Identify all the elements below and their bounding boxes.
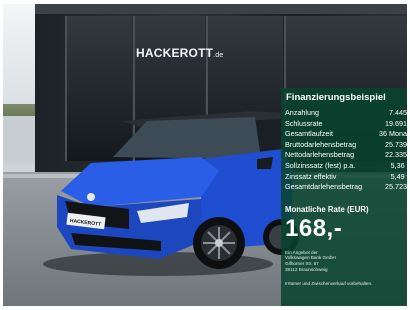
row-value: 22.335 € (385, 150, 407, 160)
car-mirror (257, 157, 273, 169)
row-value: 25.739 € (385, 139, 407, 149)
row-label: Bruttodarlehensbetrag (285, 139, 357, 149)
row-label: Sollzinssatz (fest) p.a. (285, 160, 356, 170)
offer-text: Ein Angebot der Volkswagen Bank GmbH Gif… (285, 250, 407, 272)
row-value: 5,36 % (390, 160, 407, 170)
row-value: 7.445 € (389, 108, 407, 117)
dealer-sign: HACKEROTT.de (136, 46, 223, 60)
row-label: Gesamtlaufzeit (285, 129, 333, 139)
row-label: Gesamtdarlehensbetrag (285, 182, 363, 192)
financing-row: Sollzinssatz (fest) p.a. 5,36 % (285, 161, 407, 172)
car-hub (215, 239, 223, 247)
financing-row: Bruttodarlehensbetrag 25.739 € (285, 140, 407, 151)
car-image: HACKEROTT (57, 111, 299, 269)
financing-row: Nettodarlehensbetrag 22.335 € (285, 150, 407, 161)
disclaimer-text: Irrtümer und Zwischenverkauf vorbehalten… (285, 281, 373, 287)
financing-row: Zinssatz effektiv 5,49 % (285, 172, 407, 183)
listing-image[interactable]: HACKEROTT.de HACKEROTT Finanzierungsbeis… (3, 4, 407, 306)
dealer-sign-suffix: .de (213, 52, 224, 59)
row-label: Zinssatz effektiv (285, 171, 337, 181)
row-value: 36 Monate (379, 129, 407, 139)
monthly-rate-value: 168,- (285, 214, 343, 242)
financing-row: Gesamtlaufzeit 36 Monate (285, 129, 407, 140)
row-label: Schlussrate (285, 118, 323, 128)
financing-row: Anzahlung 7.445 € (285, 108, 407, 119)
monthly-rate-label: Monatliche Rate (EUR) (285, 204, 369, 214)
row-value: 19.691 € (385, 118, 407, 128)
row-label: Anzahlung (285, 108, 319, 117)
financing-row: Schlussrate 19.691 € (285, 119, 407, 130)
offer-line: 38112 Braunschweig (285, 266, 328, 272)
building-fascia (35, 4, 407, 14)
financing-title: Finanzierungsbeispiel (286, 92, 386, 103)
row-value: 5,49 % (390, 171, 407, 181)
financing-row: Gesamtdarlehensbetrag 25.723 € (285, 182, 407, 193)
car-badge (87, 193, 95, 201)
dealer-sign-name: HACKEROTT (136, 46, 214, 60)
row-label: Nettodarlehensbetrag (285, 150, 355, 160)
financing-panel: Finanzierungsbeispiel Anzahlung 7.445 € … (281, 88, 407, 306)
side-wall (3, 116, 39, 164)
row-value: 25.723 € (385, 182, 407, 192)
